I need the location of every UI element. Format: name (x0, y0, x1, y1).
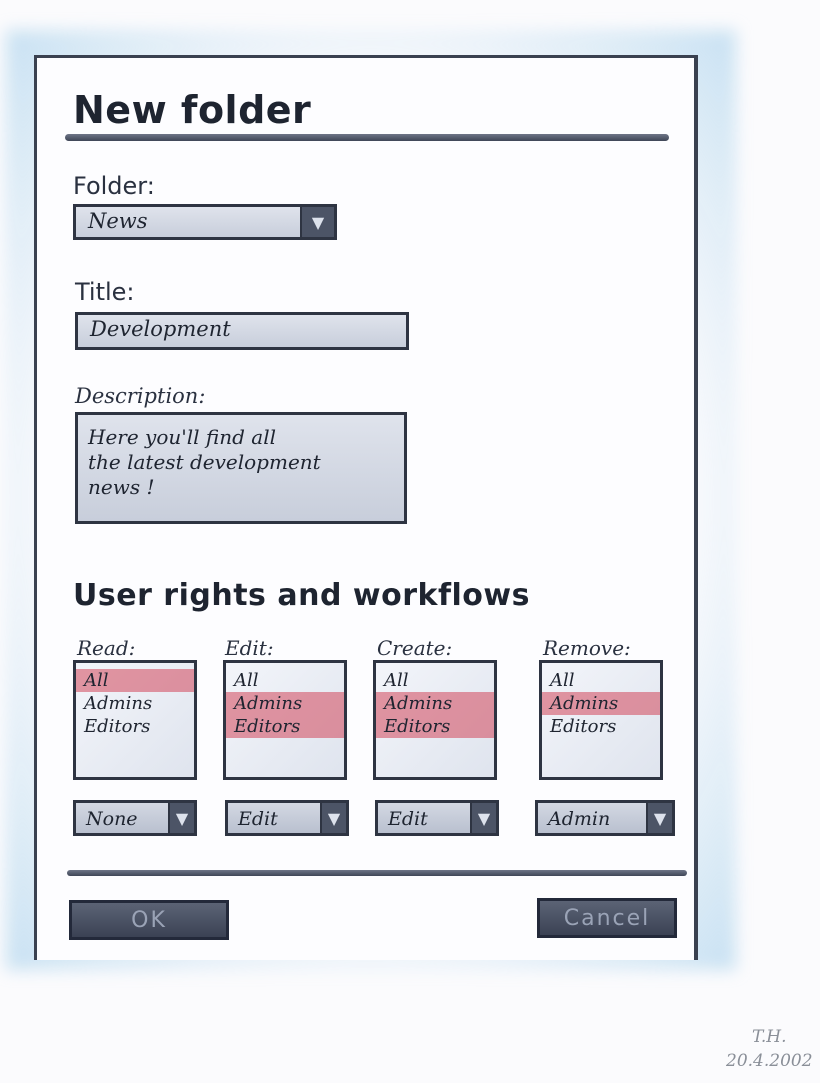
edit-listbox[interactable]: All Admins Editors (223, 660, 347, 780)
dialog-title: New folder (73, 88, 312, 132)
remove-option-admins[interactable]: Admins (542, 692, 660, 715)
read-workflow-dropdown[interactable]: None ▼ (73, 800, 197, 836)
remove-option-editors[interactable]: Editors (542, 715, 660, 738)
title-label: Title: (75, 278, 135, 306)
folder-dropdown[interactable]: News ▼ (73, 204, 337, 240)
create-option-editors[interactable]: Editors (376, 715, 494, 738)
cancel-button[interactable]: Cancel (537, 898, 677, 938)
read-option-editors[interactable]: Editors (76, 715, 194, 738)
edit-option-admins[interactable]: Admins (226, 692, 344, 715)
description-textarea-value: Here you'll find all the latest developm… (88, 425, 321, 499)
read-option-admins[interactable]: Admins (76, 692, 194, 715)
create-option-admins[interactable]: Admins (376, 692, 494, 715)
remove-label: Remove: (543, 636, 631, 660)
footer-divider (67, 870, 687, 876)
folder-label: Folder: (73, 172, 155, 200)
edit-option-editors[interactable]: Editors (226, 715, 344, 738)
edit-option-all[interactable]: All (226, 669, 344, 692)
triangle-down-icon[interactable]: ▼ (646, 803, 672, 833)
remove-option-all[interactable]: All (542, 669, 660, 692)
create-label: Create: (377, 636, 453, 660)
title-input-value: Development (90, 317, 231, 341)
remove-listbox[interactable]: All Admins Editors (539, 660, 663, 780)
rights-heading: User rights and workflows (73, 578, 530, 613)
signature-initials: T.H. (752, 1027, 787, 1047)
title-divider (65, 134, 669, 141)
title-input[interactable]: Development (75, 312, 409, 350)
edit-workflow-dropdown[interactable]: Edit ▼ (225, 800, 349, 836)
folder-dropdown-value: News (88, 209, 148, 233)
signature-date: 20.4.2002 (726, 1051, 813, 1071)
read-workflow-value: None (86, 808, 138, 830)
remove-workflow-dropdown[interactable]: Admin ▼ (535, 800, 675, 836)
triangle-down-icon[interactable]: ▼ (168, 803, 194, 833)
create-workflow-dropdown[interactable]: Edit ▼ (375, 800, 499, 836)
triangle-down-icon[interactable]: ▼ (320, 803, 346, 833)
triangle-down-icon[interactable]: ▼ (300, 207, 334, 237)
description-textarea[interactable]: Here you'll find all the latest developm… (75, 412, 407, 524)
triangle-down-icon[interactable]: ▼ (470, 803, 496, 833)
create-option-all[interactable]: All (376, 669, 494, 692)
new-folder-dialog: New folder Folder: News ▼ Title: Develop… (34, 55, 698, 960)
edit-workflow-value: Edit (238, 808, 278, 830)
remove-workflow-value: Admin (548, 808, 611, 830)
description-label: Description: (75, 384, 206, 408)
ok-button[interactable]: OK (69, 900, 229, 940)
create-listbox[interactable]: All Admins Editors (373, 660, 497, 780)
read-label: Read: (77, 636, 136, 660)
read-listbox[interactable]: All Admins Editors (73, 660, 197, 780)
author-signature: T.H. 20.4.2002 (726, 1025, 813, 1073)
edit-label: Edit: (225, 636, 274, 660)
create-workflow-value: Edit (388, 808, 428, 830)
read-option-all[interactable]: All (76, 669, 194, 692)
